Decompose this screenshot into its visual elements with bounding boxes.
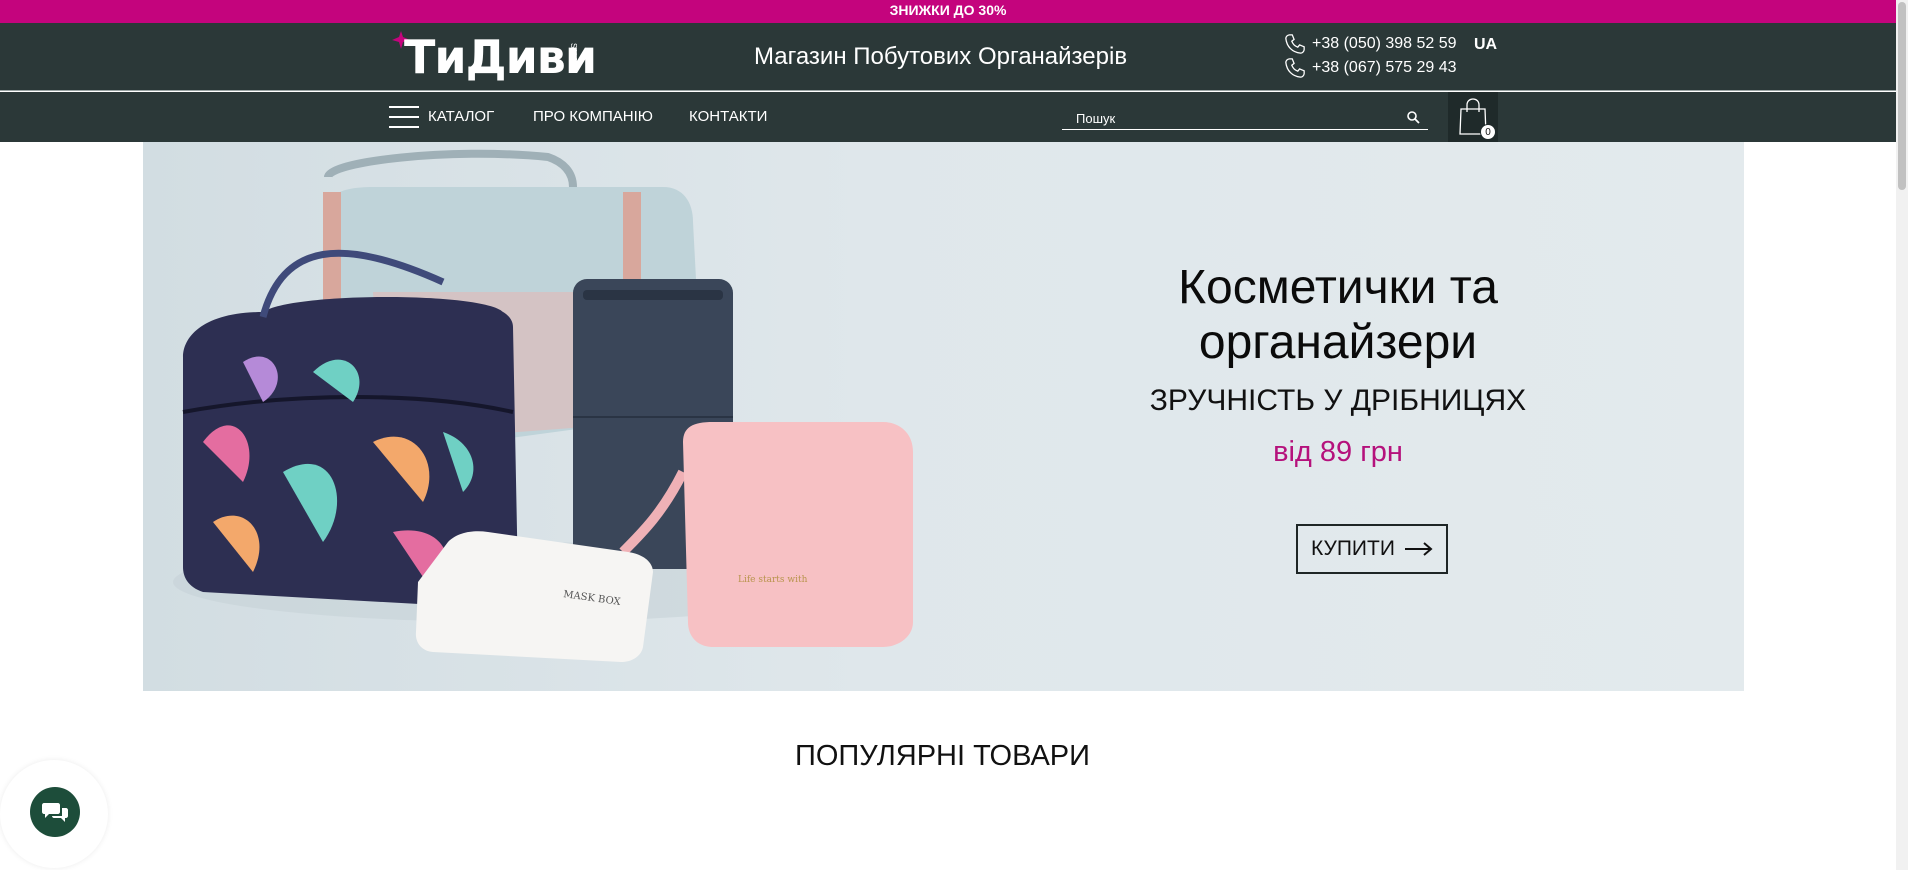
phone-icon: [1285, 58, 1305, 78]
cart-count-badge: 0: [1480, 124, 1496, 140]
language-switch[interactable]: UA: [1474, 36, 1497, 54]
nav-about[interactable]: ПРО КОМПАНІЮ: [533, 92, 653, 142]
logo-subtext: SHOP: [569, 43, 578, 70]
search-input[interactable]: [1076, 108, 1396, 128]
hero-content: Косметички та органайзери ЗРУЧНІСТЬ У ДР…: [1113, 260, 1563, 469]
search-box: [1062, 106, 1428, 130]
cart-button[interactable]: 0: [1448, 92, 1498, 142]
phone-list: +38 (050) 398 52 59 +38 (067) 575 29 43: [1284, 32, 1457, 80]
logo-text: ТиДиви: [404, 30, 597, 84]
popular-products-title: ПОПУЛЯРНІ ТОВАРИ: [795, 740, 1090, 772]
chat-widget: [0, 760, 108, 868]
hero-subtitle: ЗРУЧНІСТЬ У ДРІБНИЦЯХ: [1149, 384, 1527, 417]
pouch-print: Life starts with: [738, 575, 808, 585]
phone-icon: [1285, 34, 1305, 54]
scrollbar-thumb[interactable]: [1898, 2, 1906, 190]
hero-title: Косметички та органайзери: [1178, 261, 1498, 369]
site-header: ТиДиви SHOP Магазин Побутових Органайзер…: [0, 23, 1896, 91]
header-tagline: Магазин Побутових Органайзерів: [754, 43, 1128, 70]
chat-icon: [42, 803, 68, 822]
page-scrollbar[interactable]: [1896, 0, 1908, 870]
phone-link-2[interactable]: +38 (067) 575 29 43: [1284, 56, 1457, 80]
buy-button[interactable]: КУПИТИ: [1296, 524, 1448, 574]
site-logo[interactable]: ТиДиви SHOP: [392, 29, 597, 85]
promo-text: ЗНИЖКИ ДО 30%: [889, 2, 1007, 18]
phone-link-1[interactable]: +38 (050) 398 52 59: [1284, 32, 1457, 56]
arrow-right-icon: [1404, 542, 1433, 556]
buy-button-label: КУПИТИ: [1311, 537, 1395, 560]
hero-product-image: MASK BOX Life starts with: [173, 149, 913, 662]
main-nav: КАТАЛОГ ПРО КОМПАНІЮ КОНТАКТИ 0: [0, 92, 1896, 142]
nav-catalog[interactable]: КАТАЛОГ: [428, 92, 494, 142]
chat-button[interactable]: [30, 787, 80, 837]
promo-banner[interactable]: ЗНИЖКИ ДО 30%: [0, 0, 1896, 23]
nav-contacts[interactable]: КОНТАКТИ: [689, 92, 767, 142]
phone-number-1: +38 (050) 398 52 59: [1312, 35, 1457, 52]
burger-menu-icon[interactable]: [389, 106, 419, 128]
phone-number-2: +38 (067) 575 29 43: [1312, 59, 1457, 76]
hero-banner[interactable]: MASK BOX Life starts with Косметички та …: [143, 142, 1744, 691]
hero-price: від 89 грн: [1273, 436, 1403, 468]
search-icon[interactable]: [1406, 110, 1420, 124]
